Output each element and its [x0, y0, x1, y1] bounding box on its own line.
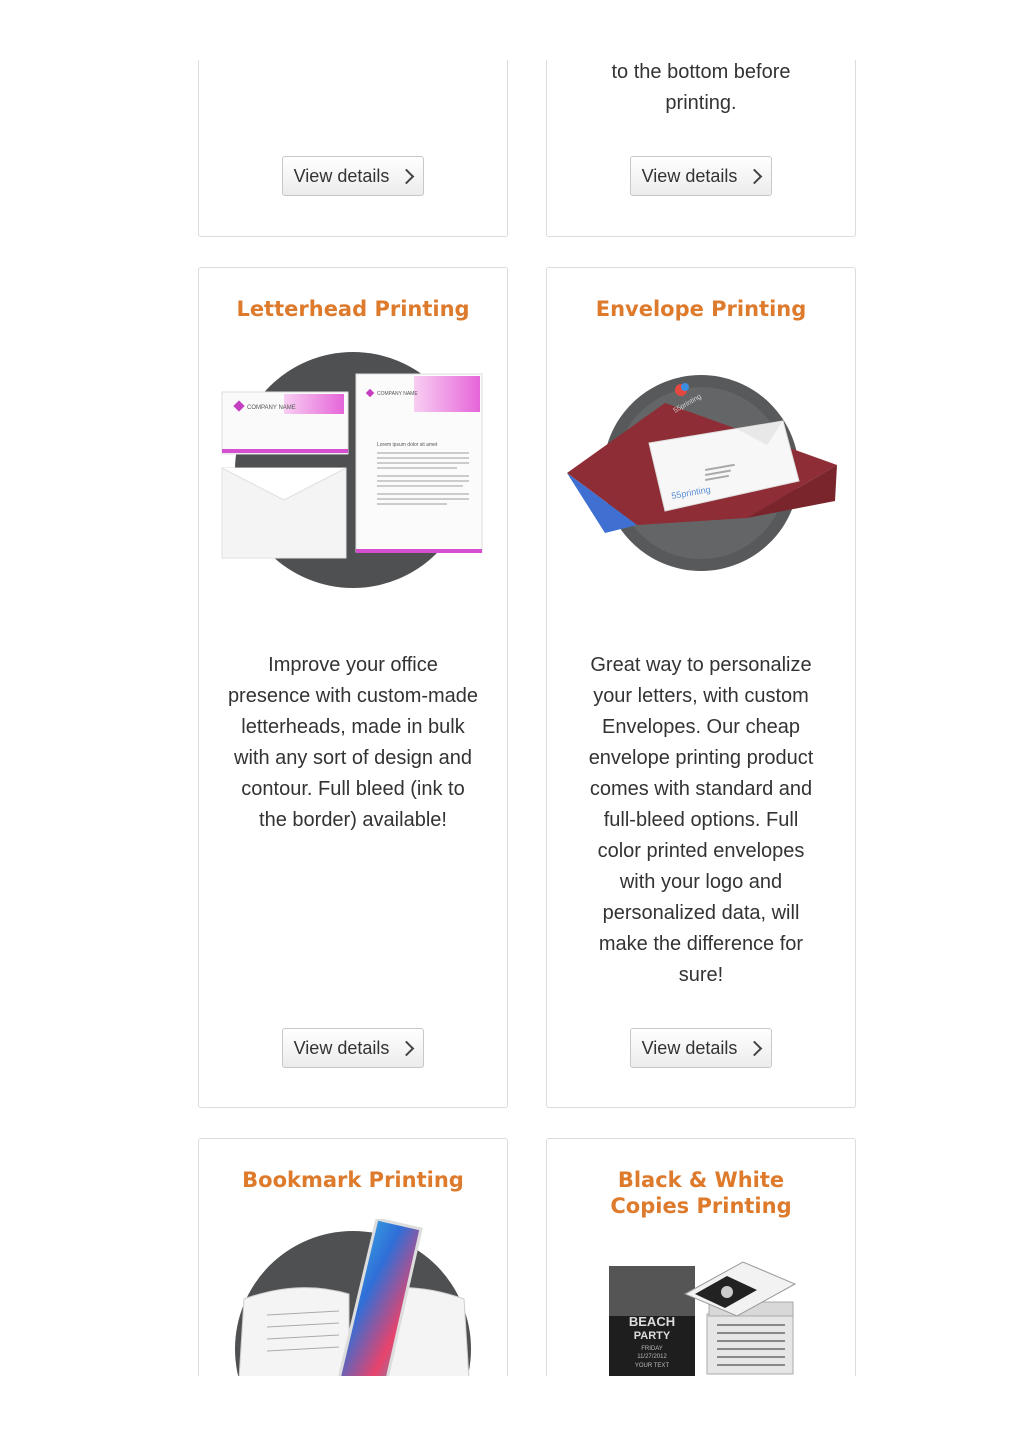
poster-text: PARTY [634, 1330, 671, 1342]
product-title[interactable]: Black & White Copies Printing [547, 1167, 855, 1219]
product-title[interactable]: Letterhead Printing [199, 296, 507, 322]
envelope-product-image[interactable]: 55printing 55printing [547, 373, 855, 573]
product-description: Improve your office presence with custom… [227, 654, 479, 831]
chevron-right-icon [747, 168, 763, 184]
bookmark-product-image[interactable] [199, 1217, 507, 1376]
letterhead-product-image[interactable]: COMPANY NAME COMPANY NAME Lorem ipsum do… [199, 350, 507, 595]
product-card-bw-copies: Black & White Copies Printing BEACH PART… [546, 1138, 856, 1376]
view-details-label: View details [293, 165, 390, 186]
product-card-top-left: View details [198, 60, 508, 237]
product-title[interactable]: Envelope Printing [547, 296, 855, 322]
poster-text: BEACH [629, 1314, 675, 1329]
chevron-right-icon [747, 1040, 763, 1056]
view-details-label: View details [293, 1037, 390, 1058]
image-company-text: COMPANY NAME [377, 391, 418, 397]
view-details-button[interactable]: View details [282, 1028, 424, 1068]
bw-copies-product-image[interactable]: BEACH PARTY FRIDAY 11/27/2012 YOUR TEXT [547, 1254, 855, 1376]
poster-text: YOUR TEXT [635, 1363, 670, 1369]
view-details-button[interactable]: View details [282, 156, 424, 196]
view-details-label: View details [641, 165, 738, 186]
product-card-bookmark: Bookmark Printing [198, 1138, 508, 1376]
view-details-button[interactable]: View details [630, 156, 772, 196]
chevron-right-icon [399, 1040, 415, 1056]
view-details-button[interactable]: View details [630, 1028, 772, 1068]
chevron-right-icon [399, 168, 415, 184]
poster-text: FRIDAY [641, 1346, 663, 1352]
view-details-label: View details [641, 1037, 738, 1058]
product-title[interactable]: Bookmark Printing [199, 1167, 507, 1193]
product-description: Great way to personalize your letters, w… [588, 654, 814, 986]
product-description: to the bottom before printing. [611, 61, 791, 114]
image-company-text: COMPANY NAME [247, 405, 296, 411]
product-card-top-right: to the bottom before printing. View deta… [546, 60, 856, 237]
product-card-letterhead: Letterhead Printing COMPANY NAME COMPANY… [198, 267, 508, 1108]
poster-text: 11/27/2012 [637, 1354, 667, 1360]
product-card-envelope: Envelope Printing 55printing 55printing … [546, 267, 856, 1108]
image-lorem-text: Lorem ipsum dolor sit amet [377, 442, 438, 448]
